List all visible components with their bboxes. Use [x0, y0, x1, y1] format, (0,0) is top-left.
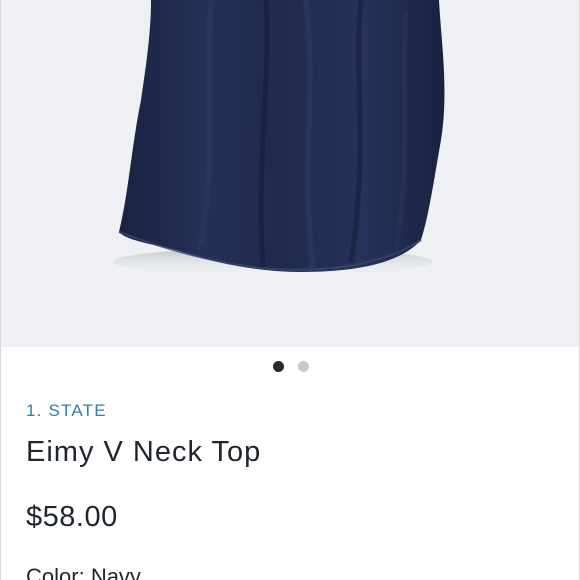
brand-name[interactable]: 1. STATE	[26, 401, 107, 421]
product-title: Eimy V Neck Top	[26, 436, 262, 468]
color-label: Color:	[26, 564, 85, 580]
product-detail-screen: 1. STATE Eimy V Neck Top $58.00 Color: N…	[0, 0, 580, 580]
color-row: Color: Navy	[26, 564, 141, 580]
carousel-dot-1[interactable]	[273, 361, 284, 372]
color-value: Navy	[90, 564, 141, 580]
product-image[interactable]	[1, 0, 579, 347]
carousel-indicator	[1, 361, 579, 373]
navy-top-photo	[113, 0, 445, 276]
product-price: $58.00	[26, 501, 118, 533]
carousel-dot-2[interactable]	[298, 361, 309, 372]
